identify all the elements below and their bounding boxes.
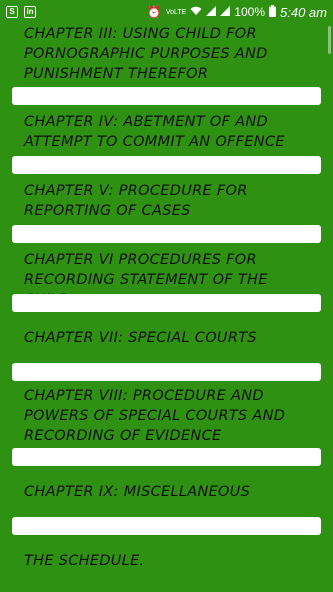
battery-percent: 100%: [234, 5, 266, 19]
scrollbar[interactable]: [328, 26, 331, 54]
linkedin-icon: in: [24, 6, 36, 18]
chapter-3-bar: [12, 87, 321, 105]
chapter-9-bar: [12, 517, 321, 535]
volte-icon: VoLTE: [165, 8, 187, 16]
status-bar: S in ⏰ VoLTE 100% 5:40 am: [0, 0, 333, 24]
chapter-4-title[interactable]: CHAPTER IV: ABETMENT OF AND ATTEMPT TO C…: [24, 112, 309, 152]
chapter-list: CHAPTER III: USING CHILD FOR PORNOGRAPHI…: [0, 24, 333, 592]
wifi-icon: [190, 5, 202, 19]
chapter-3-title[interactable]: CHAPTER III: USING CHILD FOR PORNOGRAPHI…: [24, 24, 309, 84]
signal-icon-2: [220, 5, 231, 19]
chapter-7-bar: [12, 363, 321, 381]
notification-s-icon: S: [6, 6, 18, 18]
chapter-7-title[interactable]: CHAPTER VII: SPECIAL COURTS: [24, 328, 309, 348]
chapter-6-bar: [12, 294, 321, 312]
signal-icon-1: [206, 5, 217, 19]
clock: 5:40 am: [280, 4, 327, 20]
battery-icon: [269, 4, 277, 20]
chapter-4-bar: [12, 156, 321, 174]
chapter-5-bar: [12, 225, 321, 243]
alarm-icon: ⏰: [146, 5, 162, 19]
schedule-title[interactable]: THE SCHEDULE.: [24, 551, 309, 571]
chapter-9-title[interactable]: CHAPTER IX: MISCELLANEOUS: [24, 482, 309, 502]
chapter-5-title[interactable]: CHAPTER V: PROCEDURE FOR REPORTING OF CA…: [24, 181, 309, 221]
chapter-8-bar: [12, 448, 321, 466]
chapter-8-title[interactable]: CHAPTER VIII: PROCEDURE AND POWERS OF SP…: [24, 386, 309, 446]
